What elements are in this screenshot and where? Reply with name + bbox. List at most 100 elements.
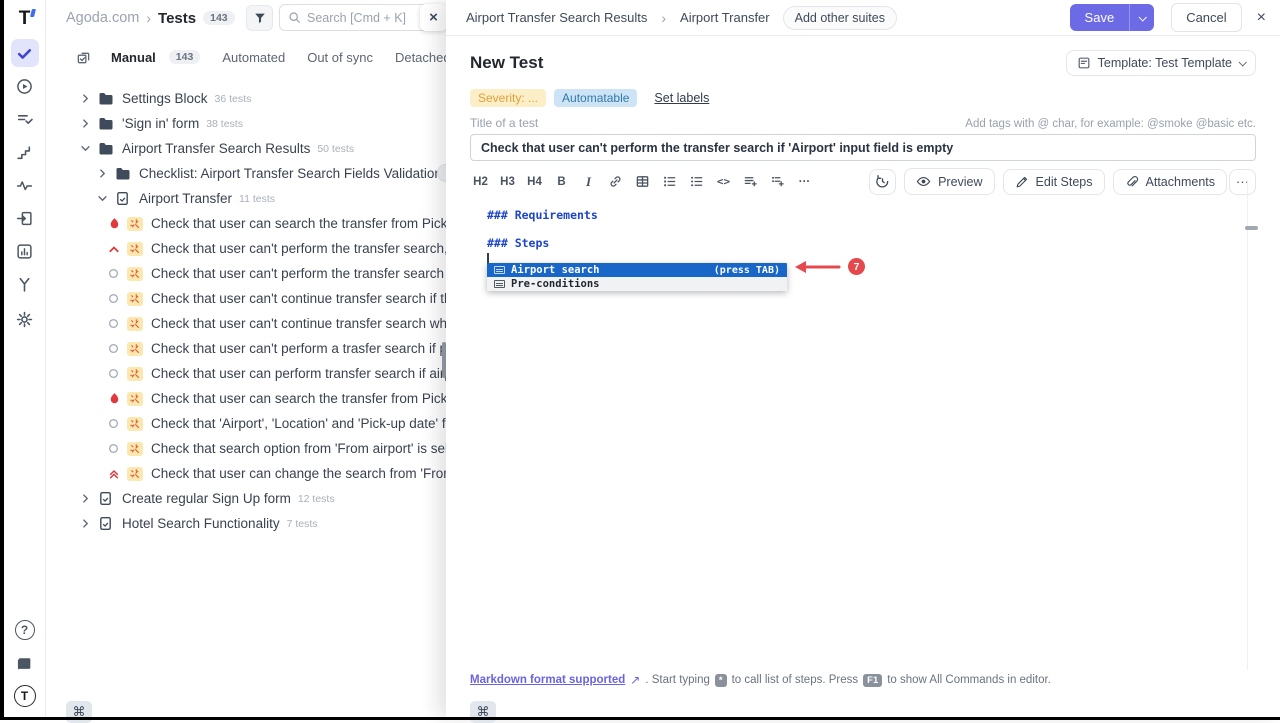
bulk-select-icon[interactable]	[76, 50, 91, 65]
editor-scrollbar-track	[1247, 180, 1248, 670]
book-icon	[16, 655, 33, 672]
code-button[interactable]: <>	[711, 170, 736, 193]
template-select-button[interactable]: Template: Test Template	[1066, 50, 1256, 76]
severity-normal-icon	[108, 368, 122, 379]
tree-row[interactable]: Checklist: Airport Transfer Search Field…	[46, 161, 446, 186]
close-panel-button[interactable]: ×	[1257, 9, 1266, 27]
save-options-button[interactable]	[1129, 4, 1154, 31]
tree-item-count: 7 tests	[287, 518, 318, 530]
nav-runs-button[interactable]	[11, 72, 39, 100]
heading3-button[interactable]: H3	[495, 170, 520, 193]
external-link-icon[interactable]: ↗	[630, 673, 640, 687]
markdown-editor[interactable]: ### Requirements ### Steps Airport searc…	[446, 199, 1280, 673]
tree-row[interactable]: Check that user can't perform the transf…	[46, 261, 446, 286]
footer-text-3: to show All Commands in editor.	[887, 674, 1051, 686]
tree-item-title: Airport Transfer	[139, 191, 232, 206]
tree-row[interactable]: Check that user can search the transfer …	[46, 386, 446, 411]
preview-button[interactable]: Preview	[904, 168, 994, 195]
tree-row[interactable]: Check that 'Airport', 'Location' and 'Pi…	[46, 411, 446, 436]
chevron-right-icon[interactable]	[80, 493, 94, 504]
history-button[interactable]	[869, 169, 896, 195]
screen-edge-left	[0, 0, 4, 720]
editor-more-button[interactable]: ···	[1229, 169, 1256, 195]
add-other-suites-button[interactable]: Add other suites	[783, 6, 897, 30]
nav-settings-button[interactable]	[11, 305, 39, 333]
chevron-down-icon[interactable]	[80, 143, 94, 154]
breadcrumb-parent-suite[interactable]: Airport Transfer Search Results	[466, 10, 647, 25]
autocomplete-option[interactable]: Airport search (press TAB)	[487, 263, 787, 277]
chevron-right-icon[interactable]	[97, 168, 111, 179]
set-labels-link[interactable]: Set labels	[654, 91, 709, 105]
tab[interactable]: Detached	[395, 50, 446, 65]
tree-row[interactable]: Check that user can search the transfer …	[46, 211, 446, 236]
tab[interactable]: Automated	[222, 50, 285, 65]
toolbar-more-button[interactable]: ···	[792, 170, 817, 193]
editor-scrollbar-thumb[interactable]	[1245, 226, 1258, 230]
nav-branches-button[interactable]	[11, 270, 39, 298]
breadcrumb-current-suite[interactable]: Airport Transfer	[680, 10, 770, 25]
link-button[interactable]	[603, 170, 628, 193]
tree-row[interactable]: Check that user can't perform the transf…	[46, 236, 446, 261]
search-input[interactable]	[307, 11, 427, 25]
nav-import-button[interactable]	[11, 204, 39, 232]
tree-row[interactable]: Check that user can perform transfer sea…	[46, 361, 446, 386]
filter-button[interactable]	[246, 5, 273, 31]
ordered-list-button[interactable]	[657, 170, 682, 193]
breadcrumb-project[interactable]: Agoda.com	[66, 10, 139, 26]
test-title-input[interactable]	[470, 134, 1256, 161]
title-row: New Test Template: Test Template	[446, 36, 1280, 76]
nav-steps-button[interactable]	[11, 138, 39, 166]
save-button[interactable]: Save	[1070, 4, 1130, 31]
automatable-badge[interactable]: Automatable	[554, 89, 637, 107]
tree-row[interactable]: Check that user can't continue transfer …	[46, 311, 446, 336]
table-button[interactable]	[630, 170, 655, 193]
markdown-docs-link[interactable]: Markdown format supported	[470, 674, 625, 686]
tree-item-count: 12 tests	[298, 493, 335, 505]
docs-button[interactable]	[11, 649, 39, 677]
chevron-right-icon[interactable]	[80, 518, 94, 529]
tab-label: Out of sync	[307, 50, 373, 65]
tab[interactable]: Out of sync	[307, 50, 373, 65]
edit-steps-label: Edit Steps	[1036, 175, 1093, 189]
tree-row[interactable]: 'Sign in' form 38 tests	[46, 111, 446, 136]
tree-item-count: 11 tests	[239, 193, 275, 205]
chevron-down-icon[interactable]	[97, 193, 111, 204]
bold-button[interactable]: B	[549, 170, 574, 193]
attachments-button[interactable]: Attachments	[1113, 169, 1227, 195]
edit-steps-button[interactable]: Edit Steps	[1003, 169, 1105, 195]
chevron-right-icon[interactable]	[80, 93, 94, 104]
tree-row[interactable]: Check that user can't perform a trasfer …	[46, 336, 446, 361]
tree-row[interactable]: Hotel Search Functionality 7 tests	[46, 511, 446, 536]
cancel-button[interactable]: Cancel	[1171, 3, 1241, 32]
breadcrumb-section[interactable]: Tests	[158, 10, 196, 27]
insert-steps-group-button[interactable]	[765, 170, 790, 193]
search-close-button[interactable]: ×	[420, 4, 446, 31]
italic-button[interactable]: I	[576, 170, 601, 193]
tree-row[interactable]: Airport Transfer Search Results 50 tests	[46, 136, 446, 161]
tree-row[interactable]: Create regular Sign Up form 12 tests	[46, 486, 446, 511]
severity-normal-icon	[108, 343, 122, 354]
heading4-button[interactable]: H4	[522, 170, 547, 193]
tree-row[interactable]: Check that user can change the search fr…	[46, 461, 446, 486]
bullet-list-button[interactable]	[684, 170, 709, 193]
nav-reports-button[interactable]	[11, 237, 39, 265]
chevron-right-icon[interactable]	[80, 118, 94, 129]
tree-row[interactable]: Check that search option from 'From airp…	[46, 436, 446, 461]
tree-row[interactable]: Settings Block 36 tests	[46, 86, 446, 111]
autocomplete-option[interactable]: Pre-conditions	[487, 277, 787, 291]
box-arrow-icon	[16, 210, 33, 227]
tree-row[interactable]: Check that user can't continue transfer …	[46, 286, 446, 311]
heading2-button[interactable]: H2	[468, 170, 493, 193]
nav-plans-button[interactable]	[11, 105, 39, 133]
title-field-label: Title of a test	[470, 116, 538, 130]
nav-pulse-button[interactable]	[11, 171, 39, 199]
tree-item-title: Check that user can search the transfer …	[151, 216, 446, 231]
help-button[interactable]: ?	[11, 616, 39, 644]
brand-circle-logo[interactable]: T	[14, 685, 36, 707]
insert-step-button[interactable]	[738, 170, 763, 193]
tree-row[interactable]: Airport Transfer 11 tests	[46, 186, 446, 211]
tab[interactable]: Manual 143	[111, 50, 200, 65]
severity-badge[interactable]: Severity: ...	[470, 89, 546, 107]
tree-item-title: Check that user can't perform the transf…	[151, 241, 446, 256]
nav-tests-button[interactable]	[11, 39, 39, 67]
